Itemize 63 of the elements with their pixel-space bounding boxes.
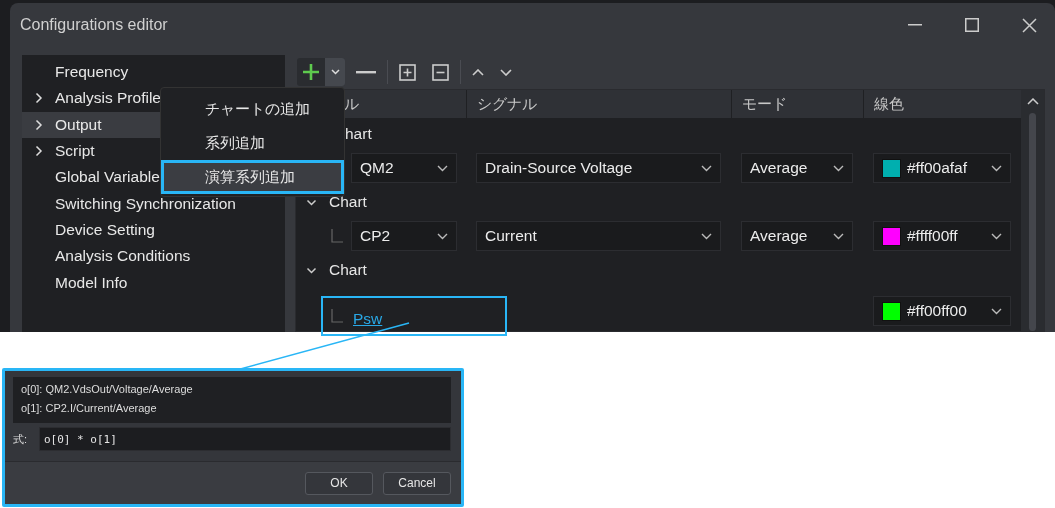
caret-icon	[833, 164, 844, 172]
caret-icon	[833, 232, 844, 240]
signal-dropdown[interactable]: Drain-Source Voltage	[476, 153, 721, 183]
signal-dropdown[interactable]: Current	[476, 221, 721, 251]
chart-label: Chart	[329, 193, 367, 211]
add-menu-button[interactable]	[325, 58, 345, 86]
column-header: シグナル	[477, 94, 537, 114]
chart-label: Chart	[329, 261, 367, 279]
caret-icon	[991, 164, 1002, 172]
chart-label: hart	[345, 125, 372, 143]
sidebar-item-label: Script	[55, 142, 95, 161]
close-icon[interactable]	[1022, 17, 1037, 33]
operand-item: o[0]: QM2.VdsOut/Voltage/Average	[21, 382, 194, 397]
line-color-dropdown[interactable]: #ffff00ff	[873, 221, 1011, 251]
menu-item[interactable]: 演算系列追加	[161, 160, 344, 194]
tree-connector-icon	[331, 229, 343, 243]
boxed-minus-icon	[432, 63, 449, 81]
sidebar-item-label: Model Info	[55, 273, 128, 292]
line-color-dropdown[interactable]: #ff00ff00	[873, 296, 1011, 326]
caret-icon	[991, 232, 1002, 240]
sidebar-item[interactable]: Analysis Conditions	[22, 243, 285, 270]
chevron-up-icon	[472, 68, 484, 76]
window-title: Configurations editor	[20, 16, 168, 34]
sidebar-item-label: Output	[55, 115, 102, 134]
column-header: 線色	[874, 94, 904, 114]
sidebar-item-label: Switching Synchronization	[55, 194, 236, 213]
dialog-button[interactable]: Cancel	[383, 471, 451, 495]
scrollbar[interactable]	[1021, 90, 1044, 331]
caret-icon	[437, 164, 448, 172]
formula-label: 式:	[13, 431, 27, 447]
column-header: モード	[742, 94, 787, 114]
caret-icon	[330, 69, 340, 75]
caret-icon	[437, 232, 448, 240]
chevron-up-icon[interactable]	[1026, 98, 1039, 105]
plus-icon	[302, 63, 320, 81]
mode-dropdown[interactable]: Average	[741, 153, 853, 183]
sidebar-item[interactable]: Device Setting	[22, 216, 285, 244]
maximize-icon[interactable]	[965, 18, 979, 32]
chevron-right-icon[interactable]	[35, 92, 43, 105]
formula-field[interactable]: o[0] * o[1]	[39, 427, 451, 451]
column-header: ル	[344, 94, 359, 114]
sidebar-item-label: Device Setting	[55, 220, 155, 239]
formula-series-link[interactable]: Psw	[353, 310, 383, 328]
boxed-plus-icon	[399, 63, 416, 81]
sidebar-item-label: Analysis Profile	[55, 89, 161, 108]
tree-connector-icon	[331, 309, 343, 323]
line-color-dropdown[interactable]: #ff00afaf	[873, 153, 1011, 183]
element-dropdown[interactable]: CP2	[351, 221, 457, 251]
sidebar-item-label: Frequency	[55, 63, 129, 82]
sidebar-item[interactable]: Model Info	[22, 269, 285, 296]
chevron-right-icon[interactable]	[35, 145, 43, 158]
caret-icon	[991, 307, 1002, 315]
element-dropdown[interactable]: QM2	[351, 153, 457, 183]
chevron-down-icon	[500, 68, 512, 76]
chevron-right-icon[interactable]	[35, 118, 43, 131]
operand-item: o[1]: CP2.I/Current/Average	[21, 401, 158, 416]
caret-icon	[701, 232, 712, 240]
caret-icon	[701, 164, 712, 172]
minus-icon	[356, 70, 376, 74]
sidebar-item[interactable]: Frequency	[22, 59, 285, 86]
dialog-button[interactable]: OK	[305, 471, 373, 495]
mode-dropdown[interactable]: Average	[741, 221, 853, 251]
sidebar-item-label: Analysis Conditions	[55, 247, 191, 266]
